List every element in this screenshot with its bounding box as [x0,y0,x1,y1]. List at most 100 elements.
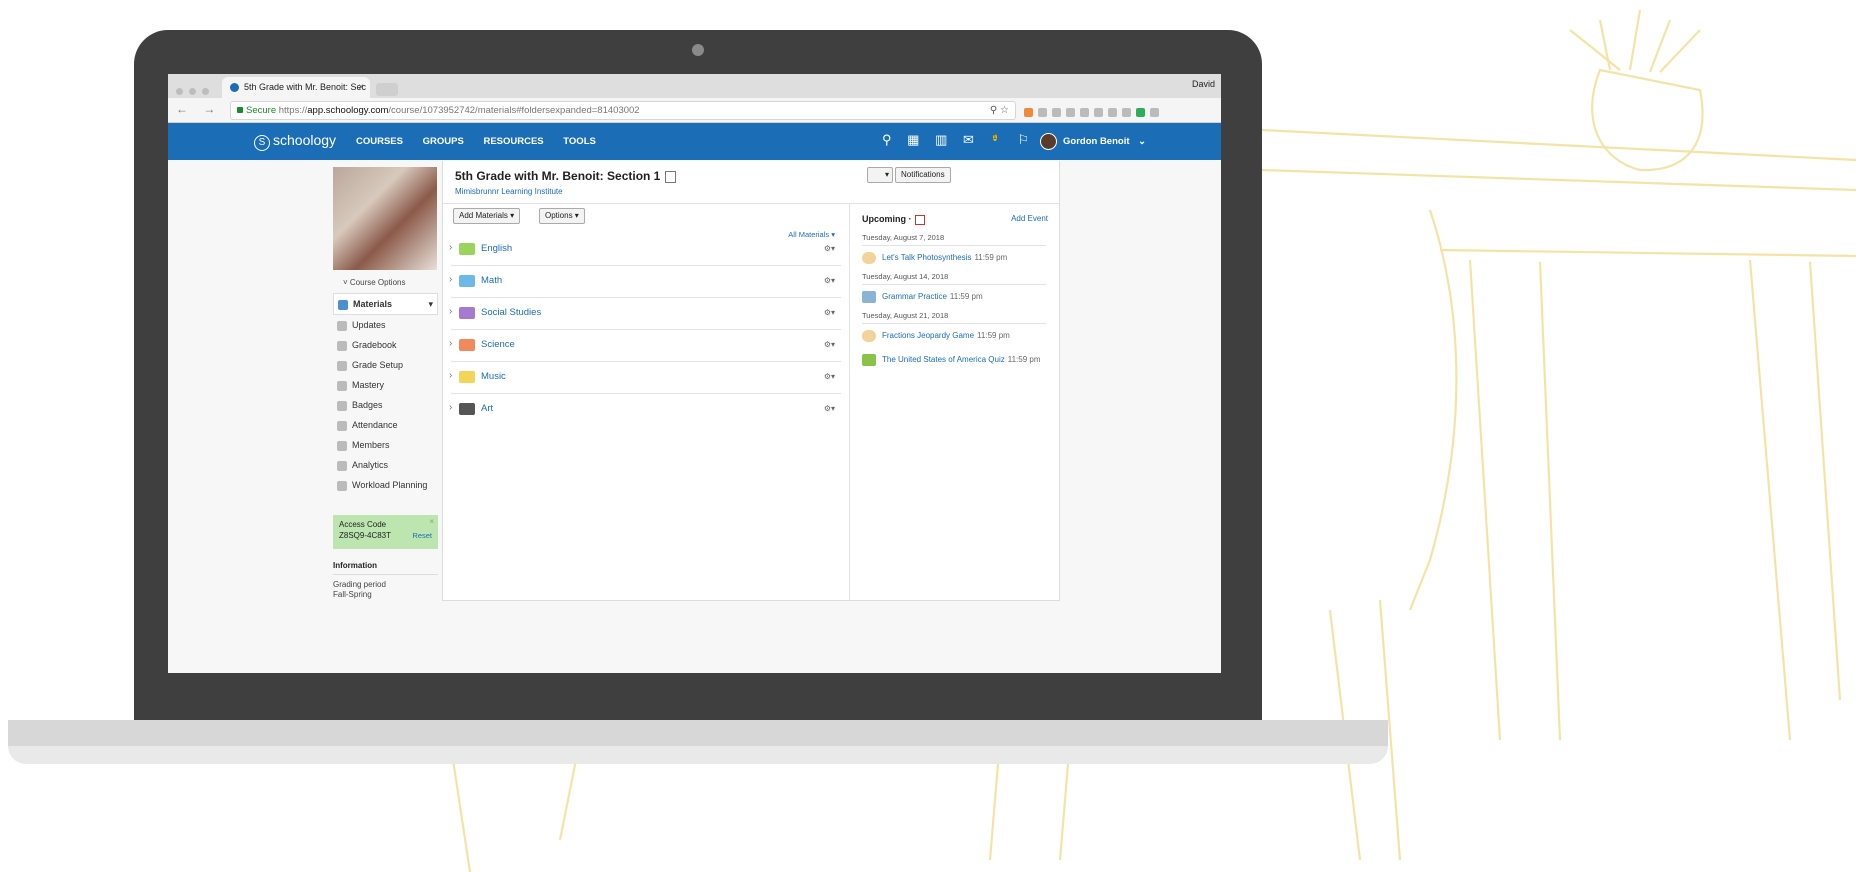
event-time: 11:59 pm [1007,355,1041,364]
folder-row-science[interactable]: › Science ⚙▾ [449,330,841,362]
grade-setup-icon [337,360,347,371]
add-materials-button[interactable]: Add Materials ▾ [453,208,521,224]
calendar-icon[interactable]: ▥ [935,132,947,147]
materials-icon [338,299,348,310]
nav-resources[interactable]: RESOURCES [483,136,543,147]
folder-row-social-studies[interactable]: › Social Studies ⚙▾ [449,298,841,330]
view-toggle-button[interactable]: ▾ [867,167,893,183]
folder-row-math[interactable]: › Math ⚙▾ [449,266,841,298]
list-item[interactable]: Fractions Jeopardy Game 11:59 pm [862,324,1046,348]
sidebar-item-label: Members [352,440,390,450]
sidebar-item-mastery[interactable]: Mastery [333,375,438,395]
gear-icon[interactable]: ⚙▾ [824,244,835,253]
access-code-reset[interactable]: Reset [412,531,432,540]
sidebar-item-label: Workload Planning [352,480,428,490]
folder-icon [459,403,475,415]
sidebar-item-label: Analytics [352,460,389,470]
list-item[interactable]: Let's Talk Photosynthesis 11:59 pm [862,246,1046,270]
browser-toolbar: ← → C Secure https://app.schoology.com/c… [168,98,1221,123]
folder-name[interactable]: Music [481,371,506,382]
course-sidebar: ˅ Course Options Materials ▾ Updates Grad… [333,167,438,600]
folder-name[interactable]: English [481,243,512,254]
event-name[interactable]: Grammar Practice [882,292,947,301]
sidebar-item-label: Attendance [352,420,398,430]
laptop-camera [692,44,704,56]
sidebar-item-members[interactable]: Members [333,435,438,455]
schoology-logo[interactable]: Sschoology [254,132,336,151]
information-heading: Information [333,561,438,575]
sidebar-item-grade-setup[interactable]: Grade Setup [333,355,438,375]
folder-name[interactable]: Math [481,275,502,286]
access-code-label: Access Code [339,520,387,529]
sidebar-item-updates[interactable]: Updates [333,315,438,335]
gear-icon[interactable]: ⚙▾ [824,276,835,285]
book-icon[interactable] [665,170,677,183]
folder-icon [459,371,475,383]
browser-profile-name[interactable]: David [1192,79,1215,89]
sidebar-item-attendance[interactable]: Attendance [333,415,438,435]
event-time: 11:59 pm [977,331,1010,340]
sidebar-item-analytics[interactable]: Analytics [333,455,438,475]
folder-name[interactable]: Science [481,339,515,350]
grading-period-label: Grading period [333,580,386,589]
folder-row-art[interactable]: › Art ⚙▾ [449,394,841,425]
add-event-link[interactable]: Add Event [1011,214,1048,223]
sidebar-item-workload-planning[interactable]: Workload Planning [333,475,438,495]
user-menu[interactable]: Gordon Benoit ⌄ [1040,133,1146,150]
address-bar[interactable]: Secure https://app.schoology.com/course/… [230,101,1016,120]
nav-courses[interactable]: COURSES [356,136,403,147]
event-name[interactable]: The United States of America Quiz [882,355,1005,364]
new-tab-button[interactable] [376,83,398,96]
chevron-right-icon[interactable]: › [449,402,452,413]
apps-grid-icon[interactable]: ▦ [907,132,919,147]
list-item[interactable]: Grammar Practice 11:59 pm [862,285,1046,309]
schoology-header: Sschoology COURSES GROUPS RESOURCES TOOL… [168,123,1221,160]
gear-icon[interactable]: ⚙▾ [824,372,835,381]
gear-icon[interactable]: ⚙▾ [824,308,835,317]
folder-row-english[interactable]: › English ⚙▾ [449,234,841,266]
list-item[interactable]: The United States of America Quiz 11:59 p… [862,348,1046,372]
nav-tools[interactable]: TOOLS [563,136,596,147]
browser-tab-bar: 5th Grade with Mr. Benoit: Sec × David [168,74,1221,98]
chevron-right-icon[interactable]: › [449,274,452,285]
course-options-link[interactable]: ˅ Course Options [343,278,438,287]
folder-list: › English ⚙▾ › Math ⚙▾ › Social Studies ⚙▾ › Sc… [449,234,841,425]
school-link[interactable]: Mimisbrunnr Learning Institute [455,187,563,196]
chevron-right-icon[interactable]: › [449,338,452,349]
messages-icon[interactable]: ✉ 1 [963,132,1002,147]
notifications-button[interactable]: Notifications [895,167,951,183]
url-host: app.schoology.com [307,105,389,116]
chevron-right-icon[interactable]: › [449,370,452,381]
mastery-icon [337,380,347,391]
folder-name[interactable]: Art [481,403,493,414]
sidebar-item-label: Grade Setup [352,360,404,370]
gear-icon[interactable]: ⚙▾ [824,404,835,413]
options-button[interactable]: Options ▾ [539,208,585,224]
sidebar-item-gradebook[interactable]: Gradebook [333,335,438,355]
updates-icon [337,320,347,331]
secure-indicator[interactable]: Secure [237,105,276,116]
extension-icons[interactable] [1024,104,1164,122]
browser-tab[interactable]: 5th Grade with Mr. Benoit: Sec × [222,77,370,98]
event-name[interactable]: Fractions Jeopardy Game [882,331,974,340]
upcoming-date: Tuesday, August 14, 2018 [862,270,1046,285]
gear-icon[interactable]: ⚙▾ [824,340,835,349]
badge-icon [337,400,347,411]
close-icon[interactable]: × [429,517,434,526]
folder-name[interactable]: Social Studies [481,307,541,318]
chevron-right-icon[interactable]: › [449,306,452,317]
sidebar-item-materials[interactable]: Materials ▾ [333,293,438,315]
sidebar-item-label: Updates [352,320,386,330]
search-icon[interactable]: ⚲ [882,132,892,147]
attendance-icon [337,420,347,431]
nav-groups[interactable]: GROUPS [423,136,464,147]
tab-close-icon[interactable]: × [358,77,364,98]
folder-row-music[interactable]: › Music ⚙▾ [449,362,841,394]
logo-text: schoology [273,132,337,148]
calendar-icon[interactable] [914,214,925,225]
event-name[interactable]: Let's Talk Photosynthesis [882,253,971,262]
chevron-right-icon[interactable]: › [449,242,452,253]
bookmark-star-icon[interactable]: ⚲ ☆ [990,102,1009,119]
event-time: 11:59 pm [974,253,1008,262]
sidebar-item-badges[interactable]: Badges [333,395,438,415]
